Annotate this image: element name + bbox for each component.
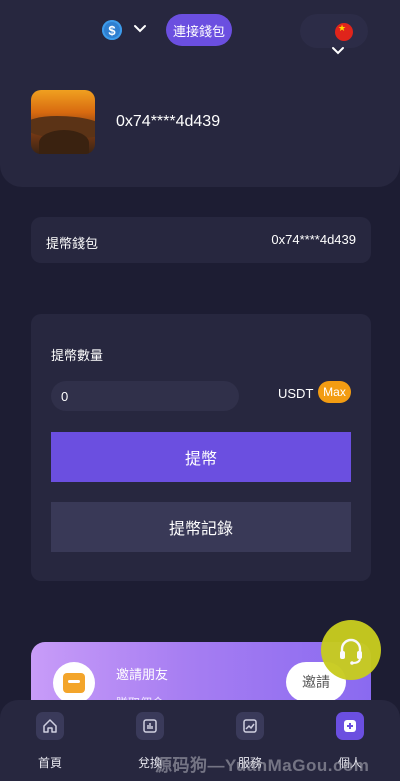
chart-icon (236, 712, 264, 740)
nav-label-home: 首頁 (37, 756, 62, 770)
withdraw-button[interactable]: 提幣 (51, 432, 351, 482)
account-address: 0x74****4d439 (116, 113, 221, 130)
avatar (31, 90, 95, 154)
invite-icon (53, 662, 95, 704)
amount-label: 提幣數量 (51, 348, 104, 363)
customer-support-button[interactable] (321, 620, 381, 680)
wallet-label: 提幣錢包 (46, 236, 99, 251)
max-button[interactable]: Max (318, 381, 351, 403)
connect-wallet-button[interactable]: 連接錢包 (166, 14, 232, 46)
watermark: 源码狗—YuanMaGou.com (155, 756, 370, 775)
header: $ 連接錢包 0x74****4d439 (0, 0, 400, 187)
nav-item-home[interactable]: 首頁 (0, 700, 100, 781)
wallet-address: 0x74****4d439 (271, 232, 356, 247)
language-chevron-icon[interactable] (331, 45, 345, 57)
withdraw-card: 提幣數量 USDT Max 提幣 提幣記錄 (31, 314, 371, 581)
exchange-icon (136, 712, 164, 740)
china-flag-icon[interactable] (335, 23, 353, 41)
currency-label: USDT (278, 386, 314, 401)
headset-icon (340, 638, 362, 665)
dollar-coin-icon[interactable]: $ (102, 20, 122, 40)
language-selector[interactable] (300, 14, 368, 48)
home-icon (36, 712, 64, 740)
chevron-down-icon[interactable] (133, 22, 147, 36)
profile-icon (336, 712, 364, 740)
withdraw-wallet-row: 提幣錢包 0x74****4d439 (31, 217, 371, 263)
amount-input[interactable] (51, 381, 239, 411)
invite-title: 邀請朋友 (116, 667, 169, 682)
withdraw-records-button[interactable]: 提幣記錄 (51, 502, 351, 552)
